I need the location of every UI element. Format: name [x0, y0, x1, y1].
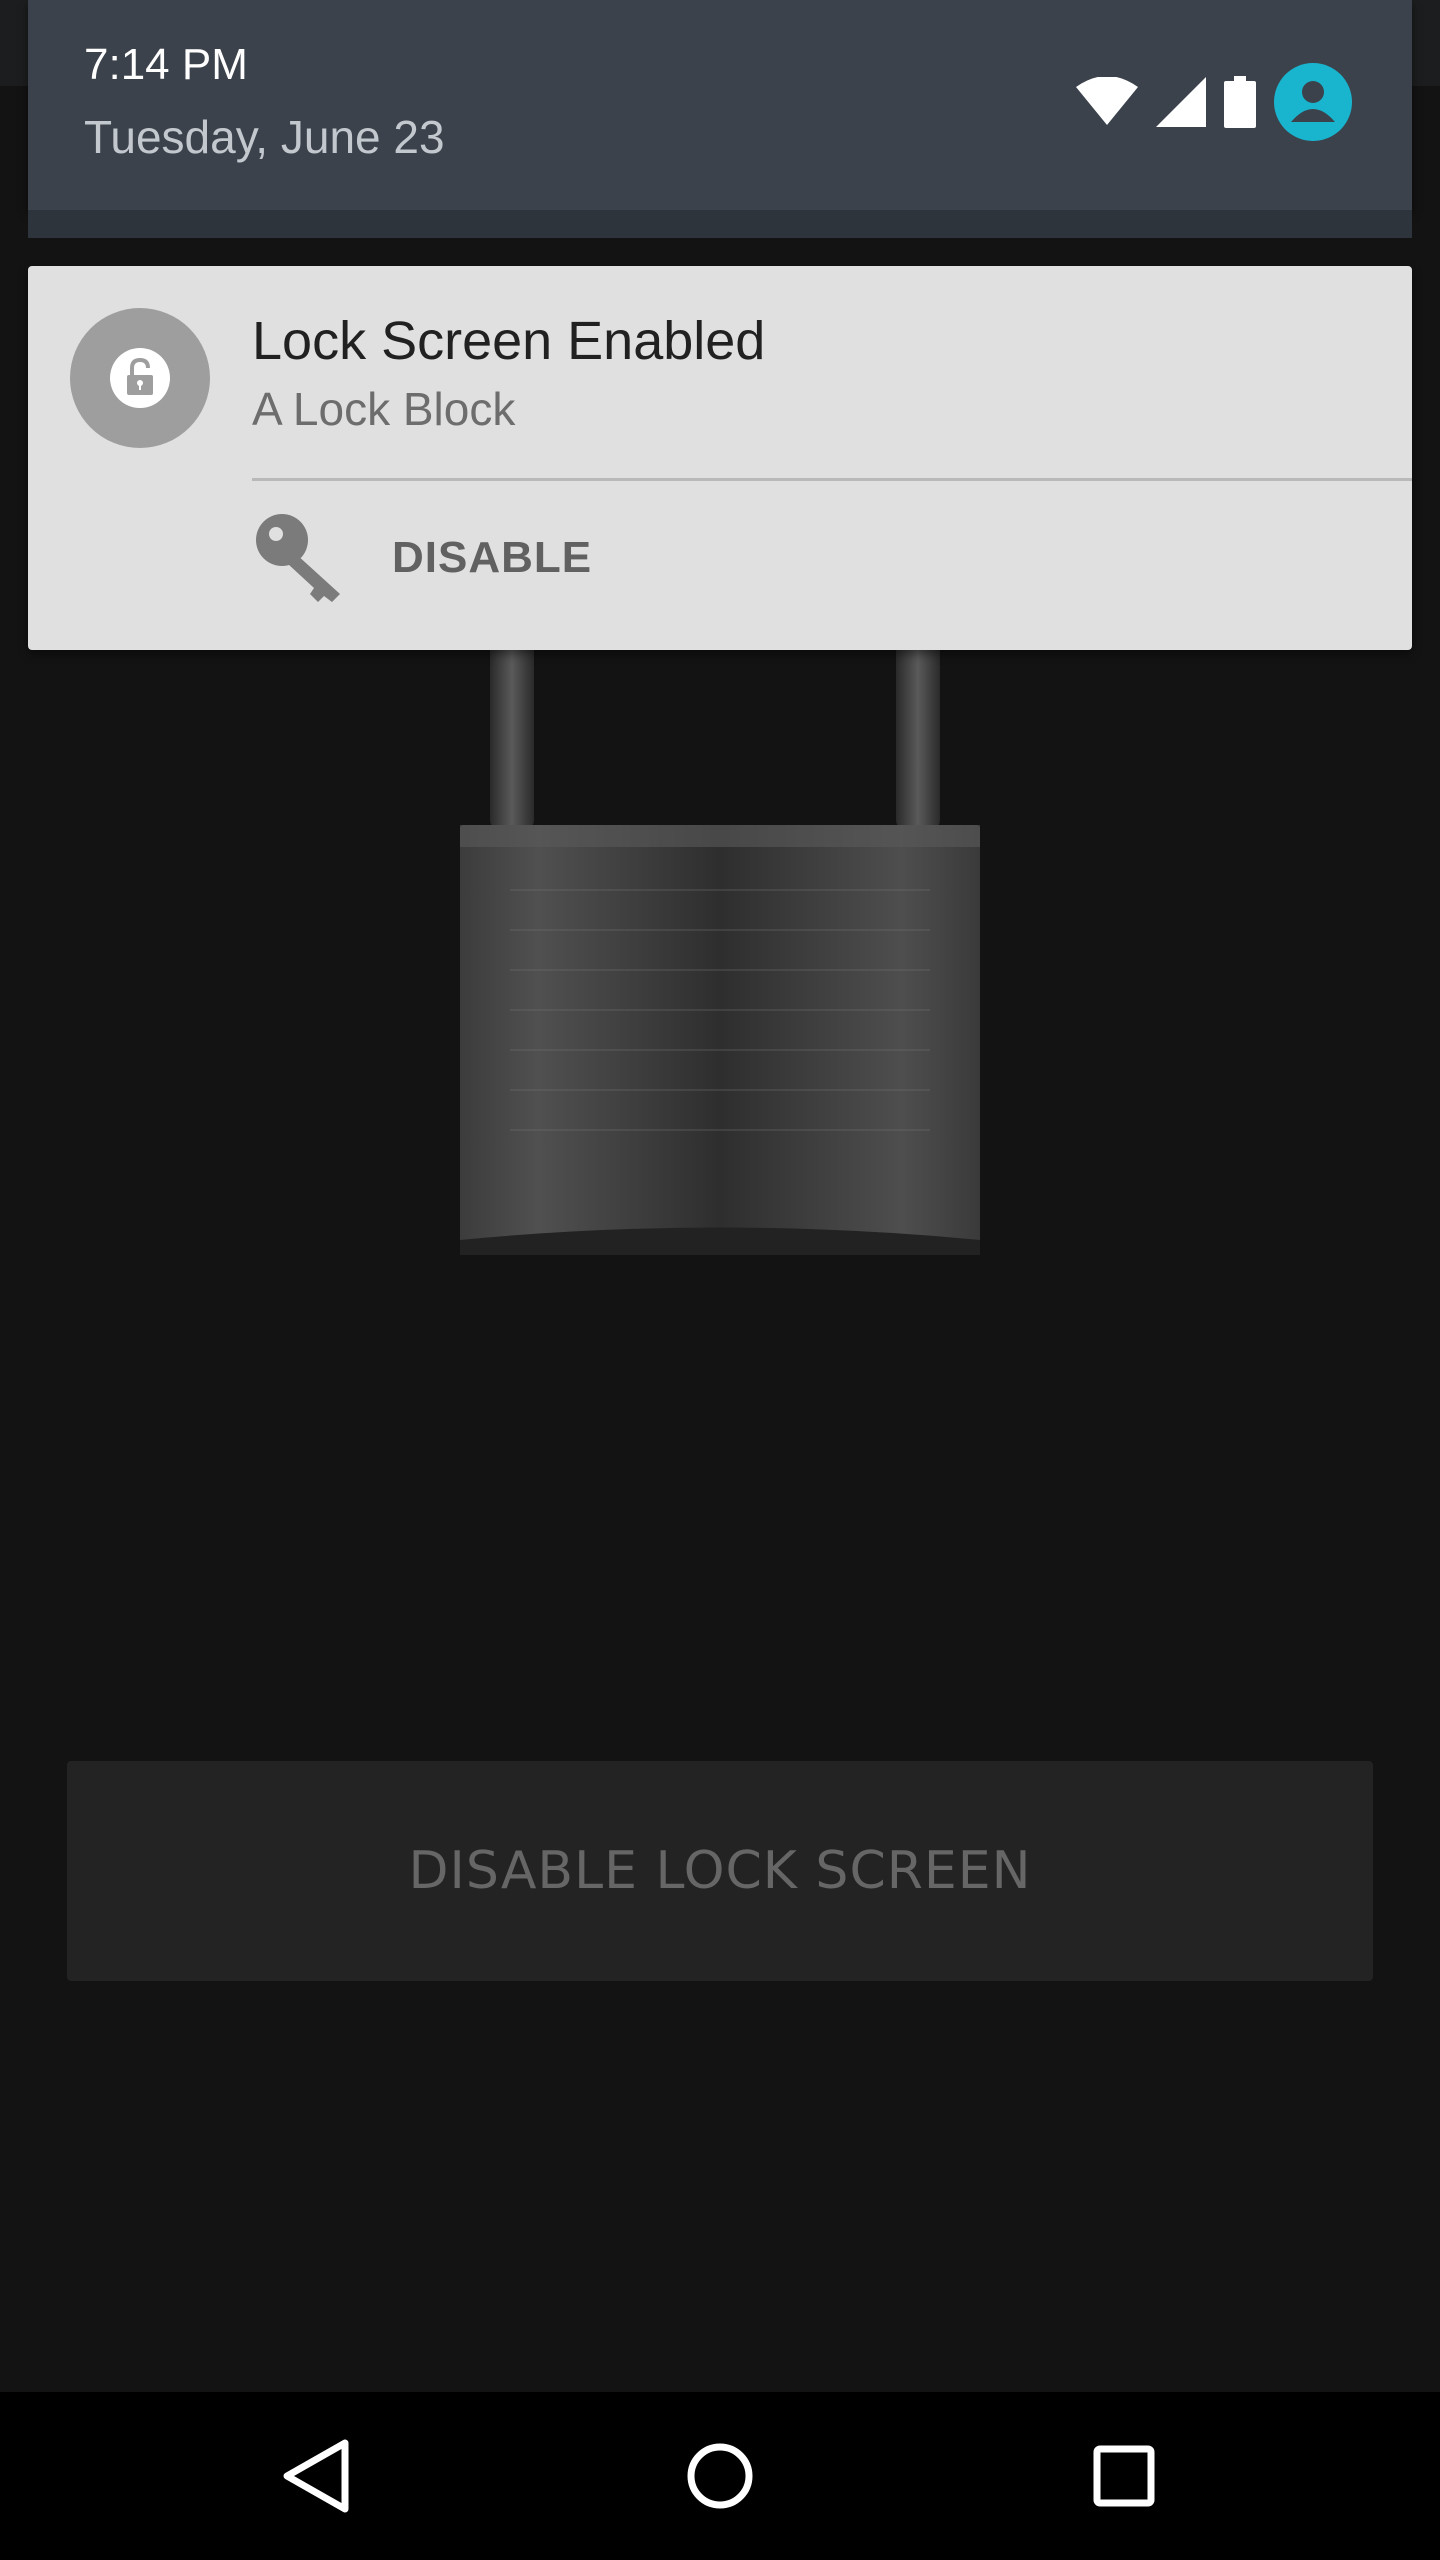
screen: DISABLE LOCK SCREEN 7:14 PM Tuesday, Jun…: [0, 0, 1440, 2560]
notification-title: Lock Screen Enabled: [252, 311, 766, 371]
padlock-illustration: [460, 630, 980, 1255]
status-icons: [1076, 62, 1352, 142]
disable-lock-screen-button[interactable]: DISABLE LOCK SCREEN: [67, 1761, 1373, 1981]
notification-icon-circle: [70, 308, 210, 448]
user-avatar-icon[interactable]: [1274, 63, 1352, 141]
recents-button[interactable]: [1074, 2426, 1174, 2526]
wifi-icon: [1076, 77, 1138, 125]
key-icon: [256, 514, 340, 602]
person-icon: [1291, 81, 1335, 122]
back-button[interactable]: [266, 2426, 366, 2526]
cellular-signal-icon: [1156, 77, 1206, 127]
navigation-bar: [0, 2392, 1440, 2560]
notification-divider: [252, 478, 1412, 481]
disable-action-button[interactable]: DISABLE: [252, 498, 592, 618]
home-icon: [687, 2443, 753, 2509]
unlocked-padlock-icon: [110, 348, 170, 408]
notification-subtitle: A Lock Block: [252, 383, 516, 435]
shade-date: Tuesday, June 23: [84, 111, 445, 163]
lock-screen-notification[interactable]: Lock Screen Enabled A Lock Block DISABLE: [28, 266, 1412, 650]
home-button[interactable]: [670, 2426, 770, 2526]
notification-shade-header: 7:14 PM Tuesday, June 23: [28, 0, 1412, 210]
shade-time: 7:14 PM: [84, 40, 248, 89]
disable-action-label: DISABLE: [392, 533, 593, 582]
recents-icon: [1093, 2445, 1155, 2507]
shade-header-edge: [28, 210, 1412, 238]
back-icon: [283, 2439, 349, 2513]
disable-lock-screen-label: DISABLE LOCK SCREEN: [408, 1841, 1032, 1901]
battery-icon: [1224, 76, 1256, 128]
